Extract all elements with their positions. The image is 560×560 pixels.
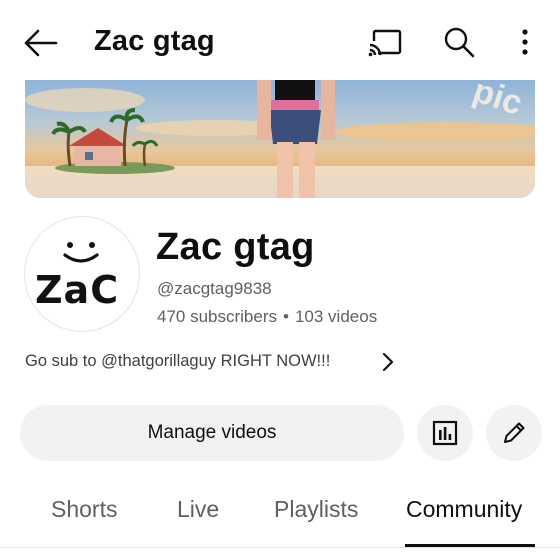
tab-live[interactable]: Live: [177, 496, 219, 523]
avatar-drawing: ZaC: [35, 242, 119, 312]
stats-separator: •: [283, 307, 289, 326]
active-tab-indicator: [405, 544, 535, 547]
subscriber-count: 470 subscribers: [157, 307, 278, 326]
tab-community[interactable]: Community: [406, 496, 522, 523]
avatar[interactable]: ZaC: [24, 216, 140, 332]
manage-videos-button[interactable]: Manage videos: [20, 405, 404, 461]
channel-description[interactable]: Go sub to @thatgorillaguy RIGHT NOW!!!: [25, 352, 405, 376]
edit-channel-button[interactable]: [486, 405, 542, 461]
tab-shorts[interactable]: Shorts: [51, 496, 117, 523]
video-count: 103 videos: [294, 307, 378, 326]
more-vertical-icon[interactable]: [514, 26, 536, 60]
channel-stats: 470 subscribers • 103 videos: [157, 307, 377, 327]
channel-tabs: Shorts Live Playlists Community: [0, 480, 560, 560]
banner-overlay-text: pic: [469, 80, 527, 123]
tabs-divider: [0, 547, 560, 548]
tab-playlists[interactable]: Playlists: [274, 496, 358, 523]
channel-name: Zac gtag: [156, 226, 315, 268]
analytics-icon: [432, 420, 458, 446]
cast-icon[interactable]: [366, 27, 404, 61]
top-app-bar: Zac gtag: [0, 0, 560, 80]
search-icon[interactable]: [442, 25, 476, 59]
channel-handle: @zacgtag9838: [157, 279, 272, 298]
edit-pencil-icon: [504, 422, 525, 443]
back-arrow-icon[interactable]: [22, 26, 62, 60]
banner-artwork: pic: [25, 80, 535, 198]
channel-banner[interactable]: pic: [25, 80, 535, 198]
avatar-text: ZaC: [35, 268, 119, 312]
page-title: Zac gtag: [94, 25, 215, 57]
analytics-button[interactable]: [417, 405, 473, 461]
chevron-right-icon[interactable]: [378, 350, 398, 374]
